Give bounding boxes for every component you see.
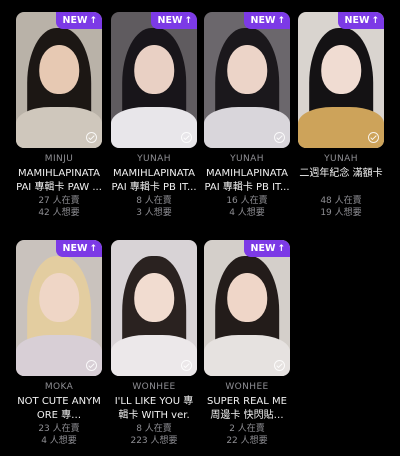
member-name: WONHEE: [132, 382, 176, 392]
face-shape: [227, 44, 267, 94]
wanting-count: 22 人想要: [226, 436, 268, 446]
card-title[interactable]: SUPER REAL ME 周邊卡 快閃貼…: [204, 395, 290, 423]
member-name: MINJU: [44, 154, 74, 164]
card-title[interactable]: MAMIHLAPINATA PAI 專輯卡 PB IT...: [111, 167, 197, 195]
photocard-item[interactable]: NEW ↑ MINJU MAMIHLAPINATA PAI 專輯卡 PAW ...…: [16, 12, 102, 219]
wanting-count: 223 人想要: [130, 436, 178, 446]
member-name: YUNAH: [324, 154, 358, 164]
new-badge: NEW ↑: [243, 240, 290, 257]
photocard-image[interactable]: NEW ↑: [204, 12, 290, 148]
photocard-image[interactable]: [111, 240, 197, 376]
new-badge: NEW ↑: [150, 12, 197, 29]
photocard-item[interactable]: NEW ↑ YUNAH 二週年紀念 滿額卡 48 人在賣 19 人想要: [298, 12, 384, 219]
wanting-count: 3 人想要: [136, 208, 172, 218]
check-circle-icon[interactable]: [181, 132, 192, 143]
new-badge: NEW ↑: [243, 12, 290, 29]
photocard-item[interactable]: NEW ↑ YUNAH MAMIHLAPINATA PAI 專輯卡 PB IT..…: [111, 12, 197, 219]
photocard-image[interactable]: NEW ↑: [204, 240, 290, 376]
selling-count: 48 人在賣: [320, 196, 362, 206]
check-circle-icon[interactable]: [274, 360, 285, 371]
wanting-count: 4 人想要: [229, 208, 265, 218]
arrow-up-icon: ↑: [89, 244, 97, 254]
selling-count: 23 人在賣: [38, 424, 80, 434]
arrow-up-icon: ↑: [277, 16, 285, 26]
new-badge: NEW ↑: [55, 12, 102, 29]
arrow-up-icon: ↑: [371, 16, 379, 26]
face-shape: [134, 44, 174, 94]
card-title[interactable]: MAMIHLAPINATA PAI 專輯卡 PB IT...: [204, 167, 290, 195]
member-name: MOKA: [44, 382, 74, 392]
member-name: WONHEE: [225, 382, 269, 392]
selling-count: 8 人在賣: [136, 424, 172, 434]
check-circle-icon[interactable]: [274, 132, 285, 143]
check-circle-icon[interactable]: [368, 132, 379, 143]
face-shape: [134, 272, 174, 322]
selling-count: 27 人在賣: [38, 196, 80, 206]
wanting-count: 42 人想要: [38, 208, 80, 218]
member-name: YUNAH: [230, 154, 264, 164]
face-shape: [39, 272, 79, 322]
photocard-image[interactable]: NEW ↑: [16, 12, 102, 148]
photocard-item[interactable]: NEW ↑ WONHEE SUPER REAL ME 周邊卡 快閃貼… 2 人在賣…: [204, 240, 290, 447]
photocard-image[interactable]: NEW ↑: [298, 12, 384, 148]
card-title[interactable]: I'LL LIKE YOU 專輯卡 WITH ver.: [111, 395, 197, 423]
face-shape: [321, 44, 361, 94]
check-circle-icon[interactable]: [86, 132, 97, 143]
face-shape: [39, 44, 79, 94]
card-title[interactable]: MAMIHLAPINATA PAI 專輯卡 PAW ...: [16, 167, 102, 195]
selling-count: 8 人在賣: [136, 196, 172, 206]
arrow-up-icon: ↑: [184, 16, 192, 26]
photocard-image[interactable]: NEW ↑: [16, 240, 102, 376]
photocard-image[interactable]: NEW ↑: [111, 12, 197, 148]
wanting-count: 19 人想要: [320, 208, 362, 218]
new-badge: NEW ↑: [337, 12, 384, 29]
selling-count: 16 人在賣: [226, 196, 268, 206]
card-title[interactable]: 二週年紀念 滿額卡: [298, 167, 384, 195]
card-title[interactable]: NOT CUTE ANYMORE 專…: [16, 395, 102, 423]
new-badge: NEW ↑: [55, 240, 102, 257]
selling-count: 2 人在賣: [229, 424, 265, 434]
member-name: YUNAH: [137, 154, 171, 164]
photocard-item[interactable]: NEW ↑ YUNAH MAMIHLAPINATA PAI 專輯卡 PB IT..…: [204, 12, 290, 219]
photocard-item[interactable]: WONHEE I'LL LIKE YOU 專輯卡 WITH ver. 8 人在賣…: [111, 240, 197, 447]
wanting-count: 4 人想要: [41, 436, 77, 446]
arrow-up-icon: ↑: [277, 244, 285, 254]
arrow-up-icon: ↑: [89, 16, 97, 26]
check-circle-icon[interactable]: [86, 360, 97, 371]
check-circle-icon[interactable]: [181, 360, 192, 371]
face-shape: [227, 272, 267, 322]
photocard-item[interactable]: NEW ↑ MOKA NOT CUTE ANYMORE 專… 23 人在賣 4 人…: [16, 240, 102, 447]
